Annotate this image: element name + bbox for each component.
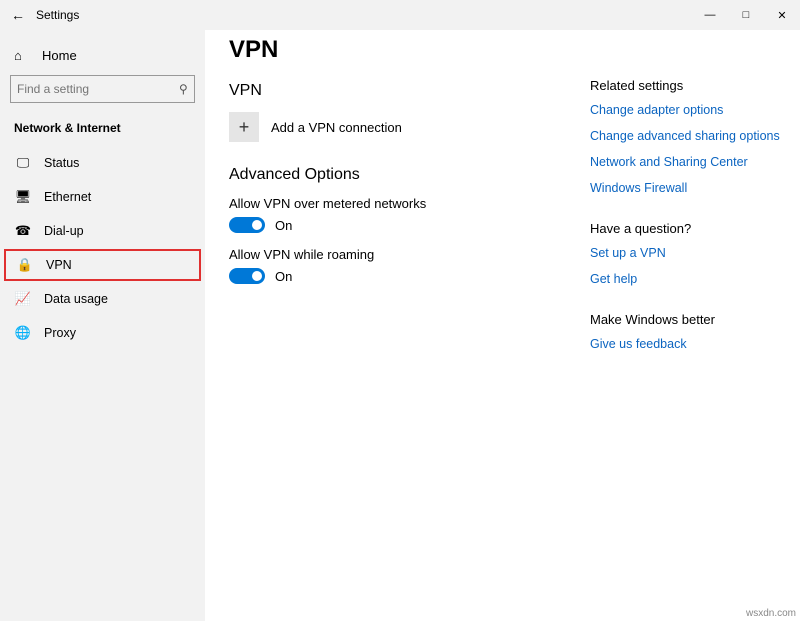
plus-icon: + xyxy=(229,112,259,142)
page-title: VPN xyxy=(229,36,590,64)
home-button[interactable]: ⌂ Home xyxy=(0,40,205,75)
metered-label: Allow VPN over metered networks xyxy=(229,196,590,211)
sidebar-item-proxy[interactable]: 🌐 Proxy xyxy=(0,317,205,349)
vpn-section-header: VPN xyxy=(229,82,590,100)
advanced-header: Advanced Options xyxy=(229,166,590,184)
link-setup-vpn[interactable]: Set up a VPN xyxy=(590,246,780,260)
link-get-help[interactable]: Get help xyxy=(590,272,780,286)
dialup-icon: ☎ xyxy=(14,223,32,239)
main-content: VPN VPN + Add a VPN connection Advanced … xyxy=(229,36,590,621)
metered-state: On xyxy=(275,218,292,233)
search-box[interactable]: ⚲ xyxy=(10,75,195,103)
vpn-icon: 🔒 xyxy=(16,257,34,273)
metered-toggle[interactable] xyxy=(229,217,265,233)
search-icon: ⚲ xyxy=(179,82,188,96)
sidebar: ⌂ Home ⚲ Network & Internet 🖵 Status 🖥 E… xyxy=(0,30,205,621)
better-header: Make Windows better xyxy=(590,312,780,327)
datausage-icon: 📈 xyxy=(14,291,32,307)
sidebar-item-label: Ethernet xyxy=(44,190,91,204)
status-icon: 🖵 xyxy=(14,155,32,171)
home-icon: ⌂ xyxy=(14,48,32,63)
search-input[interactable] xyxy=(17,82,179,96)
minimize-button[interactable]: — xyxy=(692,0,728,30)
sidebar-item-label: Dial-up xyxy=(44,224,84,238)
window-title: Settings xyxy=(36,8,79,22)
link-nsc[interactable]: Network and Sharing Center xyxy=(590,155,780,169)
sidebar-item-datausage[interactable]: 📈 Data usage xyxy=(0,283,205,315)
link-adapter[interactable]: Change adapter options xyxy=(590,103,780,117)
titlebar: ← Settings — □ ✕ xyxy=(0,0,800,30)
add-vpn-button[interactable]: + Add a VPN connection xyxy=(229,112,590,142)
watermark: wsxdn.com xyxy=(746,608,796,619)
sidebar-item-label: Status xyxy=(44,156,79,170)
link-firewall[interactable]: Windows Firewall xyxy=(590,181,780,195)
link-feedback[interactable]: Give us feedback xyxy=(590,337,780,351)
proxy-icon: 🌐 xyxy=(14,325,32,341)
category-header: Network & Internet xyxy=(0,117,205,145)
close-button[interactable]: ✕ xyxy=(764,0,800,30)
maximize-button[interactable]: □ xyxy=(728,0,764,30)
sidebar-item-label: VPN xyxy=(46,258,72,272)
add-vpn-label: Add a VPN connection xyxy=(271,120,402,135)
home-label: Home xyxy=(42,48,77,63)
roaming-toggle[interactable] xyxy=(229,268,265,284)
related-header: Related settings xyxy=(590,78,780,93)
right-column: Related settings Change adapter options … xyxy=(590,36,780,621)
sidebar-item-vpn[interactable]: 🔒 VPN xyxy=(4,249,201,281)
sidebar-item-dialup[interactable]: ☎ Dial-up xyxy=(0,215,205,247)
sidebar-item-label: Data usage xyxy=(44,292,108,306)
ethernet-icon: 🖥 xyxy=(14,189,32,205)
question-header: Have a question? xyxy=(590,221,780,236)
sidebar-item-status[interactable]: 🖵 Status xyxy=(0,147,205,179)
back-button[interactable]: ← xyxy=(8,7,28,23)
roaming-state: On xyxy=(275,269,292,284)
link-sharing[interactable]: Change advanced sharing options xyxy=(590,129,780,143)
sidebar-item-ethernet[interactable]: 🖥 Ethernet xyxy=(0,181,205,213)
roaming-label: Allow VPN while roaming xyxy=(229,247,590,262)
sidebar-item-label: Proxy xyxy=(44,326,76,340)
